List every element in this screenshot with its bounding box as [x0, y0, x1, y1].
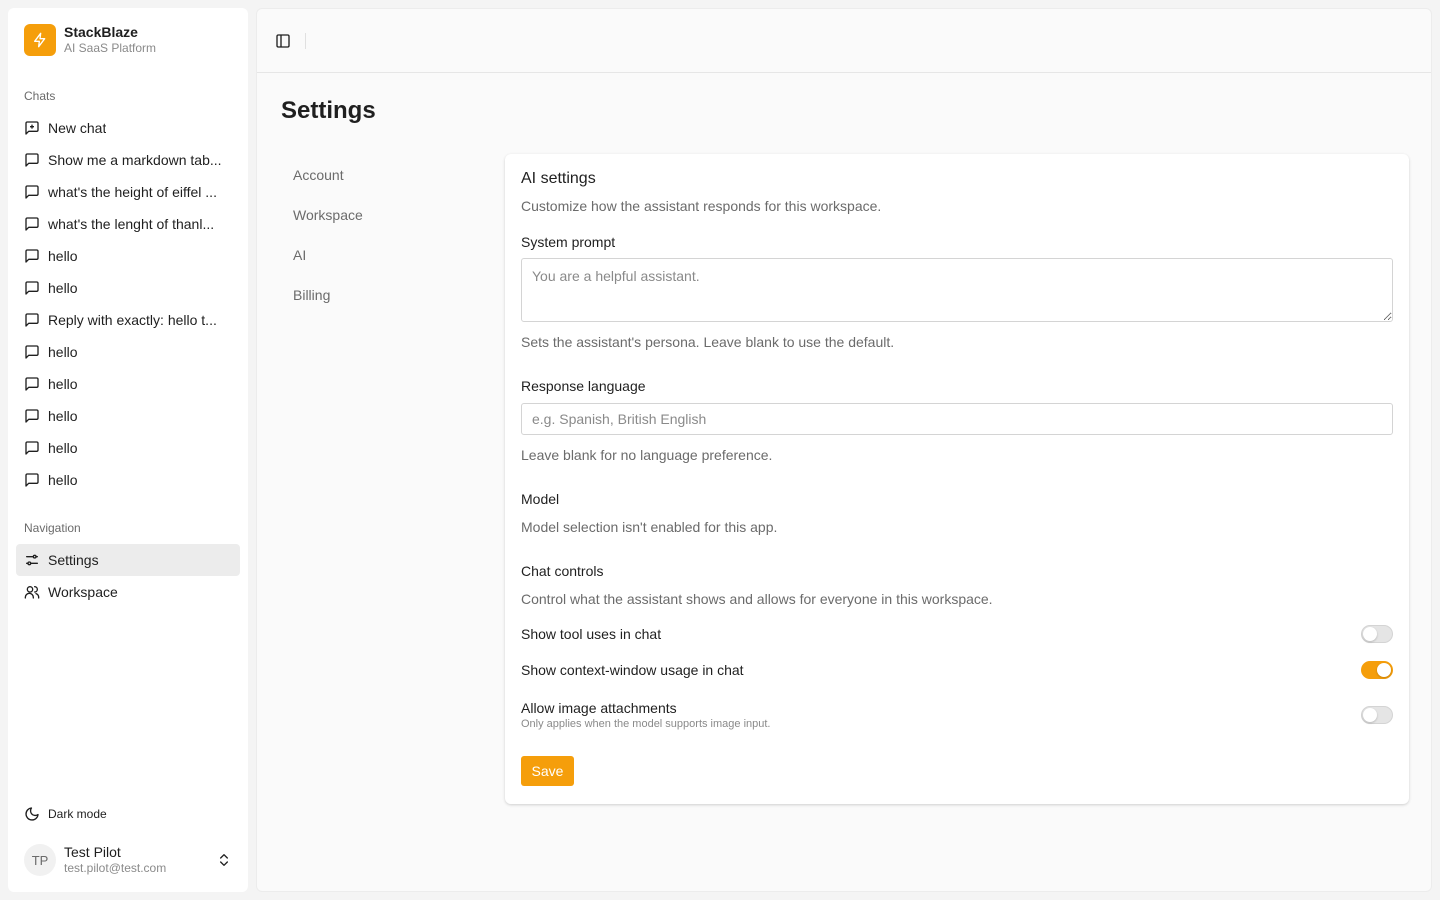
sidebar-item-settings[interactable]: Settings: [16, 544, 240, 576]
chat-item-label: hello: [48, 248, 78, 264]
response-language-label: Response language: [521, 378, 646, 394]
chat-item[interactable]: what's the lenght of thanl...: [16, 208, 240, 240]
toggle-sublabel: Only applies when the model supports ima…: [521, 718, 771, 730]
settings-nav-ai[interactable]: AI: [281, 235, 481, 275]
message-square-icon: [24, 184, 40, 200]
response-language-input[interactable]: [521, 403, 1393, 435]
ai-settings-card: AI settings Customize how the assistant …: [505, 154, 1409, 804]
brand-subtitle: AI SaaS Platform: [64, 41, 157, 55]
toggle-label: Allow image attachments: [521, 700, 677, 716]
chat-item-label: Show me a markdown tab...: [48, 152, 222, 168]
chat-item-label: hello: [48, 408, 78, 424]
lightning-bolt-icon: [24, 24, 56, 56]
response-language-help: Leave blank for no language preference.: [521, 447, 773, 463]
brand-name: StackBlaze: [64, 24, 138, 40]
message-square-icon: [24, 152, 40, 168]
show-context-window-toggle[interactable]: [1361, 661, 1393, 679]
save-button[interactable]: Save: [521, 756, 574, 786]
chat-item-label: Reply with exactly: hello t...: [48, 312, 217, 328]
toggle-knob: [1363, 708, 1377, 722]
model-label: Model: [521, 491, 560, 507]
topbar-divider: [305, 32, 306, 49]
message-square-icon: [24, 440, 40, 456]
chat-item-label: hello: [48, 280, 78, 296]
chat-item-label: New chat: [48, 120, 107, 136]
show-tool-uses-toggle[interactable]: [1361, 625, 1393, 643]
toggle-label: Show tool uses in chat: [521, 626, 662, 642]
user-name: Test Pilot: [64, 844, 121, 860]
settings-nav: Account Workspace AI Billing: [281, 155, 481, 315]
message-square-icon: [24, 344, 40, 360]
navigation-section-label: Navigation: [24, 521, 81, 535]
topbar: [257, 9, 1431, 73]
system-prompt-label: System prompt: [521, 234, 616, 250]
toggle-knob: [1377, 663, 1391, 677]
message-square-icon: [24, 216, 40, 232]
chevrons-up-down-icon: [216, 852, 232, 868]
chat-list: New chat Show me a markdown tab... what'…: [16, 112, 240, 496]
chat-item-label: hello: [48, 344, 78, 360]
message-square-icon: [24, 248, 40, 264]
chat-item[interactable]: hello: [16, 400, 240, 432]
main-panel: Settings Account Workspace AI Billing AI…: [256, 8, 1432, 892]
toggle-row-image-attachments: Allow image attachments Only applies whe…: [521, 697, 1393, 733]
system-prompt-input[interactable]: [521, 258, 1393, 322]
toggle-knob: [1363, 627, 1377, 641]
sidebar-item-workspace[interactable]: Workspace: [16, 576, 240, 608]
message-square-icon: [24, 280, 40, 296]
chat-controls-description: Control what the assistant shows and all…: [521, 591, 993, 607]
card-description: Customize how the assistant responds for…: [521, 198, 882, 214]
brand[interactable]: StackBlaze AI SaaS Platform: [24, 24, 156, 56]
dark-mode-label: Dark mode: [48, 807, 107, 821]
page-title: Settings: [281, 97, 376, 124]
chat-item[interactable]: hello: [16, 336, 240, 368]
sidebar-item-label: Settings: [48, 552, 99, 568]
chat-item[interactable]: Reply with exactly: hello t...: [16, 304, 240, 336]
message-square-icon: [24, 312, 40, 328]
settings-nav-billing[interactable]: Billing: [281, 275, 481, 315]
user-email: test.pilot@test.com: [64, 861, 167, 875]
square-plus-icon: [24, 120, 40, 136]
card-title: AI settings: [521, 170, 596, 187]
chat-item[interactable]: hello: [16, 368, 240, 400]
chat-item-label: hello: [48, 440, 78, 456]
sidebar-item-label: Workspace: [48, 584, 118, 600]
chat-item-label: hello: [48, 472, 78, 488]
chat-item[interactable]: hello: [16, 464, 240, 496]
new-chat-button[interactable]: New chat: [16, 112, 240, 144]
message-square-icon: [24, 408, 40, 424]
toggle-label: Show context-window usage in chat: [521, 662, 744, 678]
chat-item[interactable]: hello: [16, 240, 240, 272]
chat-item[interactable]: hello: [16, 432, 240, 464]
moon-icon: [24, 806, 40, 822]
chat-item[interactable]: hello: [16, 272, 240, 304]
chat-controls-label: Chat controls: [521, 563, 604, 579]
sidebar-toggle-icon[interactable]: [273, 31, 293, 51]
sliders-icon: [24, 552, 40, 568]
sidebar: StackBlaze AI SaaS Platform Chats New ch…: [8, 8, 248, 892]
chat-item-label: hello: [48, 376, 78, 392]
user-menu[interactable]: TP Test Pilot test.pilot@test.com: [24, 842, 232, 878]
message-square-icon: [24, 472, 40, 488]
allow-image-attachments-toggle[interactable]: [1361, 706, 1393, 724]
chat-item-label: what's the height of eiffel ...: [48, 184, 217, 200]
system-prompt-help: Sets the assistant's persona. Leave blan…: [521, 334, 895, 350]
toggle-row-context-window: Show context-window usage in chat: [521, 661, 1393, 679]
navigation-list: Settings Workspace: [16, 544, 240, 608]
chat-item[interactable]: Show me a markdown tab...: [16, 144, 240, 176]
toggle-row-tool-uses: Show tool uses in chat: [521, 625, 1393, 643]
users-icon: [24, 584, 40, 600]
dark-mode-toggle[interactable]: Dark mode: [16, 798, 240, 830]
model-help: Model selection isn't enabled for this a…: [521, 519, 778, 535]
chats-section-label: Chats: [24, 89, 56, 103]
chat-item[interactable]: what's the height of eiffel ...: [16, 176, 240, 208]
chat-item-label: what's the lenght of thanl...: [48, 216, 215, 232]
settings-nav-account[interactable]: Account: [281, 155, 481, 195]
avatar: TP: [24, 844, 56, 876]
settings-nav-workspace[interactable]: Workspace: [281, 195, 481, 235]
message-square-icon: [24, 376, 40, 392]
